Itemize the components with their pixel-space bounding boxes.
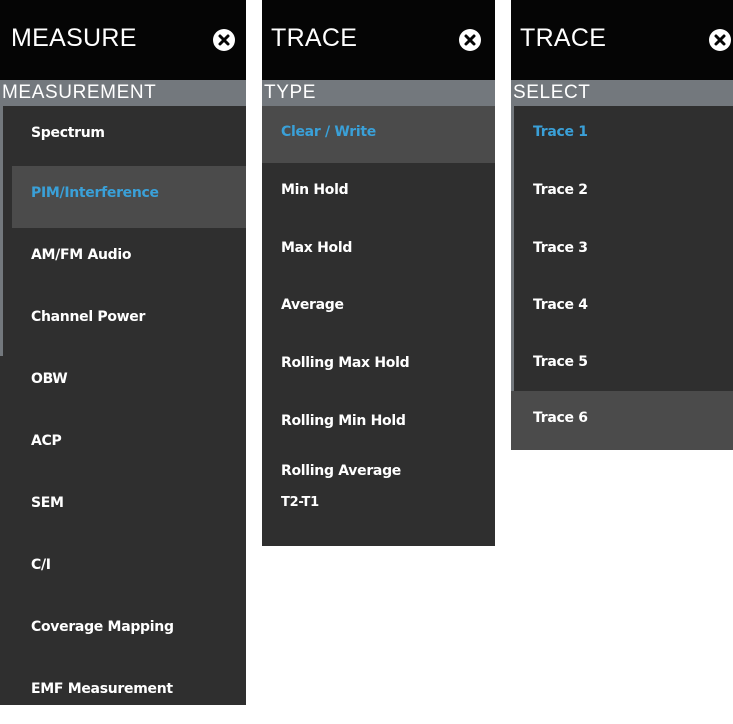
menu-item-label: Channel Power <box>31 309 146 325</box>
menu-item-trace-6[interactable]: Trace 6 <box>511 391 733 450</box>
menu-item-trace-3[interactable]: Trace 3 <box>511 221 733 278</box>
menu-item-trace-2[interactable]: Trace 2 <box>511 163 733 221</box>
trace-select-panel-title: TRACE <box>520 24 607 52</box>
menu-item-channel-power[interactable]: Channel Power <box>12 290 246 352</box>
menu-item-rolling-min-hold[interactable]: Rolling Min Hold <box>262 394 495 451</box>
menu-item-pim-interference[interactable]: PIM/Interference <box>12 166 246 228</box>
menu-item-rolling-average[interactable]: Rolling Average <box>262 451 495 491</box>
menu-item-label: Trace 6 <box>533 410 588 426</box>
type-section-label: TYPE <box>262 80 495 106</box>
menu-item-label: Max Hold <box>281 240 353 256</box>
menu-item-trace-4[interactable]: Trace 4 <box>511 278 733 335</box>
menu-item-label: SEM <box>31 495 64 511</box>
trace-select-panel: TRACE SELECT Trace 1 Trace 2 Trace 3 Tra… <box>511 0 733 450</box>
menu-item-max-hold[interactable]: Max Hold <box>262 221 495 278</box>
menu-item-label: Trace 2 <box>533 182 588 198</box>
measure-panel-title: MEASURE <box>11 24 137 52</box>
menu-item-label: Trace 4 <box>533 297 588 313</box>
menu-item-average[interactable]: Average <box>262 278 495 336</box>
trace-select-list: Trace 1 Trace 2 Trace 3 Trace 4 Trace 5 … <box>511 106 733 450</box>
measurement-list: Spectrum PIM/Interference AM/FM Audio Ch… <box>0 106 246 724</box>
menu-item-label: Trace 3 <box>533 240 588 256</box>
menu-item-t2-t1[interactable]: T2-T1 <box>262 491 495 526</box>
close-icon[interactable] <box>213 29 235 51</box>
menu-item-label: OBW <box>31 371 68 387</box>
menu-item-c-i[interactable]: C/I <box>12 538 246 600</box>
menu-item-am-fm-audio[interactable]: AM/FM Audio <box>12 228 246 290</box>
menu-item-label: Rolling Min Hold <box>281 413 406 429</box>
menu-item-label: Rolling Max Hold <box>281 355 410 371</box>
menu-item-label: Min Hold <box>281 182 349 198</box>
menu-item-clear-write[interactable]: Clear / Write <box>262 106 495 163</box>
trace-type-panel-header: TRACE <box>262 0 495 80</box>
trace-type-list: Clear / Write Min Hold Max Hold Average … <box>262 106 495 526</box>
measure-panel: MEASURE MEASUREMENT Spectrum PIM/Interfe… <box>0 0 246 705</box>
menu-item-min-hold[interactable]: Min Hold <box>262 163 495 221</box>
menu-item-label: Trace 5 <box>533 354 588 370</box>
menu-item-label: ACP <box>31 433 62 449</box>
list-scroll-indicator <box>0 106 3 356</box>
menu-item-obw[interactable]: OBW <box>12 352 246 414</box>
menu-item-label: PIM/Interference <box>31 185 159 201</box>
menu-item-label: Spectrum <box>31 125 105 141</box>
menu-item-label: EMF Measurement <box>31 681 173 697</box>
menu-item-label: Rolling Average <box>281 463 401 479</box>
menu-item-label: Average <box>281 297 344 313</box>
menu-item-label: Coverage Mapping <box>31 619 174 635</box>
menu-item-label: C/I <box>31 557 51 573</box>
trace-select-panel-header: TRACE <box>511 0 733 80</box>
menu-item-label: AM/FM Audio <box>31 247 132 263</box>
measure-panel-header: MEASURE <box>0 0 246 80</box>
menu-item-label: T2-T1 <box>281 495 319 510</box>
menu-item-rolling-max-hold[interactable]: Rolling Max Hold <box>262 336 495 394</box>
select-section-label: SELECT <box>511 80 733 106</box>
menu-item-spectrum[interactable]: Spectrum <box>12 106 246 166</box>
trace-type-panel-title: TRACE <box>271 24 358 52</box>
close-icon[interactable] <box>709 29 731 51</box>
menu-item-label: Trace 1 <box>533 124 588 140</box>
trace-type-panel: TRACE TYPE Clear / Write Min Hold Max Ho… <box>262 0 495 546</box>
menu-item-sem[interactable]: SEM <box>12 476 246 538</box>
measurement-section-label: MEASUREMENT <box>0 80 246 106</box>
menu-item-acp[interactable]: ACP <box>12 414 246 476</box>
menu-item-trace-5[interactable]: Trace 5 <box>511 335 733 391</box>
menu-item-trace-1[interactable]: Trace 1 <box>511 106 733 163</box>
menu-item-coverage-mapping[interactable]: Coverage Mapping <box>12 600 246 662</box>
menu-item-emf-measurement[interactable]: EMF Measurement <box>12 662 246 724</box>
close-icon[interactable] <box>459 29 481 51</box>
menu-item-label: Clear / Write <box>281 124 376 140</box>
